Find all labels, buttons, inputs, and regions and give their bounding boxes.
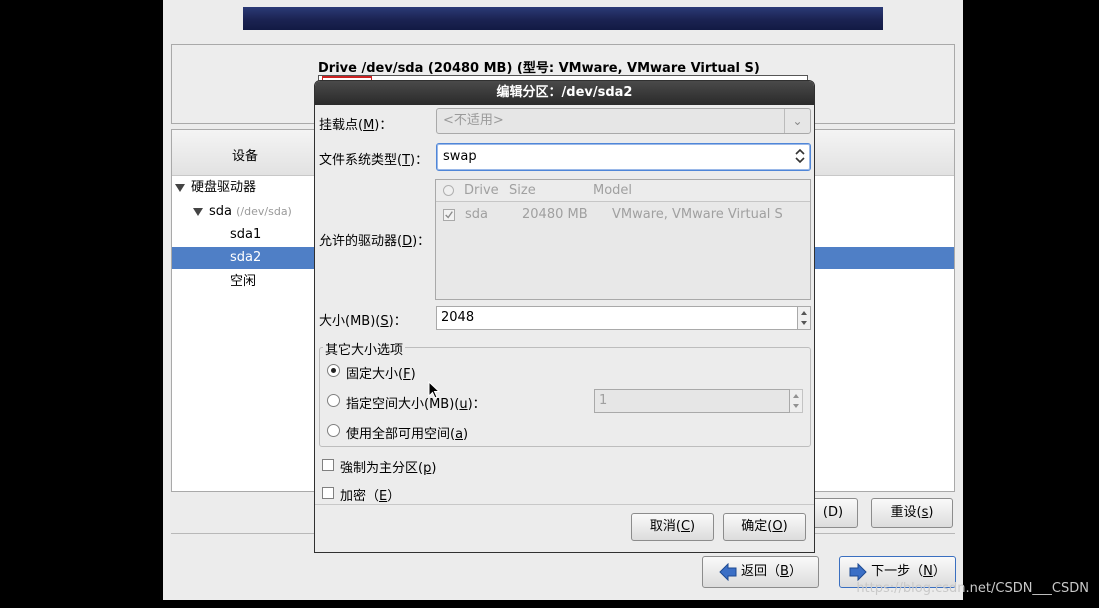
chevron-down-icon: ⌄ [784, 109, 810, 133]
column-model: Model [593, 183, 633, 198]
drive-title: Drive /dev/sda (20480 MB) (型号: VMware, V… [318, 61, 760, 76]
drives-list-header: Drive Size Model [436, 180, 810, 202]
column-size: Size [509, 183, 536, 198]
reset-button[interactable]: 重设(s) [871, 498, 953, 528]
fixed-size-radio[interactable] [327, 364, 340, 377]
encrypt-checkbox[interactable] [322, 487, 334, 499]
mouse-pointer-icon [428, 381, 440, 399]
size-spinner[interactable] [797, 306, 811, 330]
fill-to-size-spinner[interactable] [789, 389, 803, 413]
select-all-toggle[interactable] [443, 185, 454, 196]
other-size-options-title: 其它大小选项 [323, 339, 406, 358]
allowed-drives-label: 允许的驱动器(D)： [319, 234, 431, 249]
expand-triangle-icon[interactable] [193, 207, 203, 216]
allowed-drives-list[interactable]: Drive Size Model sda 20480 MB VMware, VM… [435, 179, 811, 300]
cancel-button[interactable]: 取消(C) [631, 513, 714, 541]
size-label: 大小(MB)(S)： [319, 314, 407, 329]
size-input[interactable]: 2048 [436, 306, 798, 330]
fs-type-select[interactable]: swap [436, 143, 811, 171]
drive-checkbox[interactable] [443, 209, 455, 221]
watermark: https://blog.csdn.net/CSDN___CSDN [856, 581, 1089, 596]
header-banner [243, 7, 883, 30]
fill-max-radio[interactable] [327, 424, 340, 437]
fill-to-size-input[interactable]: 1 [594, 389, 790, 413]
edit-partition-dialog: 编辑分区：/dev/sda2 挂载点(M)： <不适用> ⌄ 文件系统类型(T)… [314, 80, 815, 553]
force-primary-label[interactable]: 強制为主分区(p) [340, 457, 436, 476]
encrypt-label[interactable]: 加密（E） [340, 485, 400, 504]
fill-to-size-radio[interactable] [327, 394, 340, 407]
ok-button[interactable]: 确定(O) [723, 513, 806, 541]
arrow-left-icon [719, 562, 737, 581]
fill-max-label[interactable]: 使用全部可用空间(a) [346, 423, 468, 442]
fs-type-label: 文件系统类型(T)： [319, 153, 429, 168]
mount-point-label: 挂载点(M)： [319, 118, 393, 133]
drive-row[interactable]: sda 20480 MB VMware, VMware Virtual S [436, 204, 810, 226]
arrow-right-icon [849, 562, 867, 581]
select-updown-icon [795, 148, 805, 164]
fixed-size-label[interactable]: 固定大小(F) [346, 363, 416, 382]
delete-button[interactable]: (D) [808, 498, 858, 528]
column-device: 设备 [232, 149, 259, 164]
expand-triangle-icon[interactable] [175, 183, 185, 192]
force-primary-checkbox[interactable] [322, 459, 334, 471]
fill-to-size-label[interactable]: 指定空间大小(MB)(u)： [346, 393, 486, 412]
back-button[interactable]: 返回（B） [702, 556, 819, 588]
dialog-title: 编辑分区：/dev/sda2 [315, 81, 814, 105]
mount-point-combo[interactable]: <不适用> ⌄ [436, 108, 811, 134]
dialog-separator [315, 504, 814, 505]
column-drive: Drive [464, 183, 499, 198]
